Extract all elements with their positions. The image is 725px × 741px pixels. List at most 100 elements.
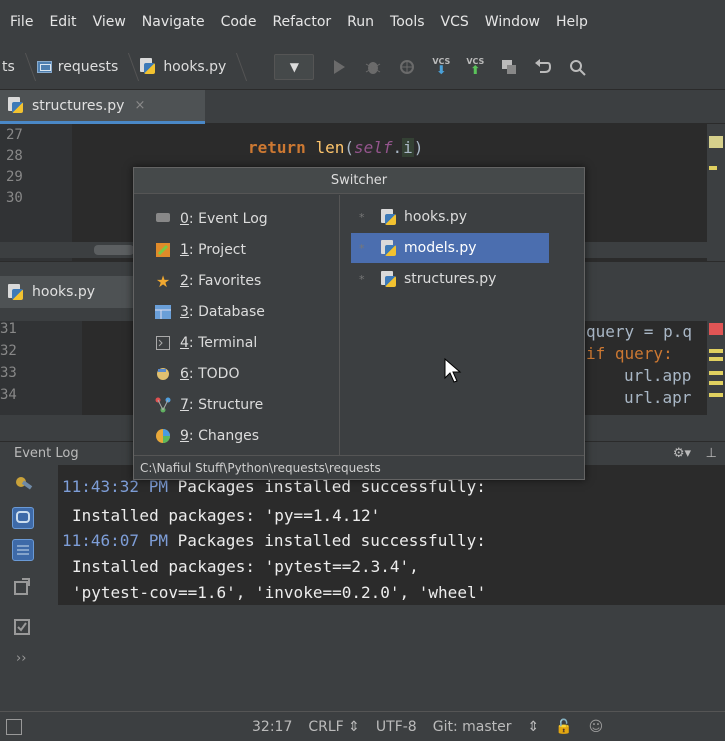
line-separator[interactable]: CRLF ⇕ — [308, 719, 360, 735]
menu-code[interactable]: Code — [213, 14, 265, 30]
modified-star: * — [359, 241, 365, 255]
menu-bar: File Edit View Navigate Code Refactor Ru… — [0, 0, 725, 44]
breadcrumb-folder[interactable]: requests — [58, 59, 119, 75]
switcher-item-structure[interactable]: 7: Structure — [154, 392, 263, 418]
switcher-item-database[interactable]: 3: Database — [154, 299, 265, 325]
menu-refactor[interactable]: Refactor — [264, 14, 339, 30]
navigation-toolbar: ts requests hooks.py ▼ VCS ⬇ VCS ⬆ — [0, 44, 725, 90]
history-icon — [502, 59, 517, 74]
changes-icon — [154, 428, 172, 444]
switcher-item-event-log[interactable]: 0: Event Log — [154, 206, 268, 232]
scrollbar-thumb[interactable] — [94, 245, 134, 255]
revert-button[interactable] — [530, 54, 556, 80]
menu-window[interactable]: Window — [477, 14, 548, 30]
tool-windows-icon[interactable] — [6, 718, 22, 735]
menu-vcs[interactable]: VCS — [433, 14, 477, 30]
run-button[interactable] — [326, 54, 352, 80]
breadcrumb-prefix[interactable]: ts — [0, 59, 15, 75]
self-token: self — [353, 138, 393, 157]
switcher-file-hooks[interactable]: * hooks.py — [351, 202, 549, 232]
tab-structures-py[interactable]: structures.py × — [0, 90, 205, 124]
switcher-item-favorites[interactable]: ★ 2: Favorites — [154, 268, 262, 294]
modified-star: * — [359, 272, 365, 286]
switcher-item-num: 3 — [180, 304, 189, 320]
vcs-history-button[interactable] — [496, 54, 522, 80]
search-button[interactable] — [564, 54, 590, 80]
python-file-icon — [8, 283, 25, 301]
switcher-file-structures[interactable]: * structures.py — [351, 264, 549, 294]
python-file-icon — [140, 58, 157, 75]
speech-bubble-icon[interactable] — [12, 507, 34, 529]
switcher-item-label: Event Log — [198, 211, 268, 227]
switcher-item-terminal[interactable]: 4: Terminal — [154, 330, 257, 356]
file-encoding[interactable]: UTF-8 — [376, 719, 417, 735]
play-icon — [334, 59, 346, 74]
switcher-path: C:\Nafiul Stuff\Python\requests\requests — [134, 455, 584, 479]
mark-read-icon[interactable] — [12, 617, 34, 639]
debug-button[interactable] — [360, 54, 386, 80]
search-icon — [570, 59, 587, 76]
switcher-title: Switcher — [134, 168, 584, 194]
tab-label: hooks.py — [32, 284, 96, 300]
line-gutter: 31 32 33 34 — [0, 321, 82, 415]
event-log-content: 11:43:32 PM Packages installed successfu… — [58, 465, 725, 605]
event-log-empty-area — [46, 605, 725, 711]
python-file-icon — [381, 239, 398, 257]
speech-bubble-icon — [154, 211, 172, 227]
menu-help[interactable]: Help — [548, 14, 596, 30]
menu-edit[interactable]: Edit — [41, 14, 84, 30]
close-icon[interactable]: × — [134, 98, 145, 113]
export-icon[interactable] — [12, 577, 34, 599]
caret-position[interactable]: 32:17 — [252, 719, 292, 735]
switcher-item-label: Terminal — [198, 335, 258, 351]
breadcrumb-separator — [15, 52, 36, 81]
line-number: 30 — [6, 190, 23, 206]
menu-run[interactable]: Run — [339, 14, 382, 30]
log-line: 'pytest-cov==1.6', 'invoke==0.2.0', 'whe… — [72, 583, 487, 602]
line-number: 28 — [6, 148, 23, 164]
menu-view[interactable]: View — [85, 14, 134, 30]
log-text: Packages installed successfully: — [167, 531, 486, 550]
switcher-item-changes[interactable]: 9: Changes — [154, 423, 259, 449]
editor-tab-bar: structures.py × — [0, 90, 725, 124]
undo-icon — [535, 58, 552, 73]
breadcrumb: ts requests hooks.py — [0, 44, 248, 89]
inspector-icon[interactable]: ☺ — [589, 719, 604, 735]
python-file-icon — [8, 97, 25, 114]
menu-navigate[interactable]: Navigate — [134, 14, 213, 30]
coverage-button[interactable] — [394, 54, 420, 80]
log-timestamp: 11:46:07 PM — [62, 531, 168, 550]
line-number: 31 — [0, 321, 17, 337]
run-config-dropdown[interactable]: ▼ — [274, 53, 315, 80]
hide-icon[interactable]: ⊥ — [706, 446, 717, 461]
switcher-item-label: TODO — [198, 366, 240, 382]
breadcrumb-file[interactable]: hooks.py — [163, 59, 226, 75]
error-stripe — [707, 321, 725, 415]
project-icon — [154, 242, 172, 258]
gear-icon[interactable]: ⚙▾ — [673, 446, 691, 461]
vcs-commit-button[interactable]: VCS ⬆ — [462, 54, 488, 80]
code-line: if query: — [586, 344, 673, 363]
scroll-to-end-icon[interactable] — [12, 539, 34, 561]
arrow-down-icon: ⬇ — [436, 62, 447, 77]
modified-star: * — [359, 210, 365, 224]
switcher-item-project[interactable]: 1: Project — [154, 237, 246, 263]
terminal-icon — [154, 335, 172, 351]
settings-icon[interactable] — [12, 473, 34, 495]
switcher-file-models[interactable]: * models.py — [351, 233, 549, 263]
mouse-cursor-icon — [444, 358, 462, 383]
more-chevron-icon[interactable]: ›› — [16, 651, 26, 666]
switcher-item-label: Database — [198, 304, 265, 320]
folder-icon — [36, 60, 52, 73]
git-branch[interactable]: Git: master — [433, 719, 512, 735]
menu-file[interactable]: File — [2, 14, 41, 30]
line-number: 32 — [0, 343, 17, 359]
switcher-item-todo[interactable]: 6: TODO — [154, 361, 239, 387]
tab-hooks-py[interactable]: hooks.py — [0, 276, 140, 308]
lock-icon[interactable]: 🔓 — [555, 719, 572, 735]
switcher-item-label: Project — [198, 242, 246, 258]
log-line: Installed packages: 'pytest==2.3.4', — [72, 557, 419, 576]
menu-tools[interactable]: Tools — [382, 14, 433, 30]
vcs-update-button[interactable]: VCS ⬇ — [428, 54, 454, 80]
tab-label: structures.py — [32, 97, 125, 114]
